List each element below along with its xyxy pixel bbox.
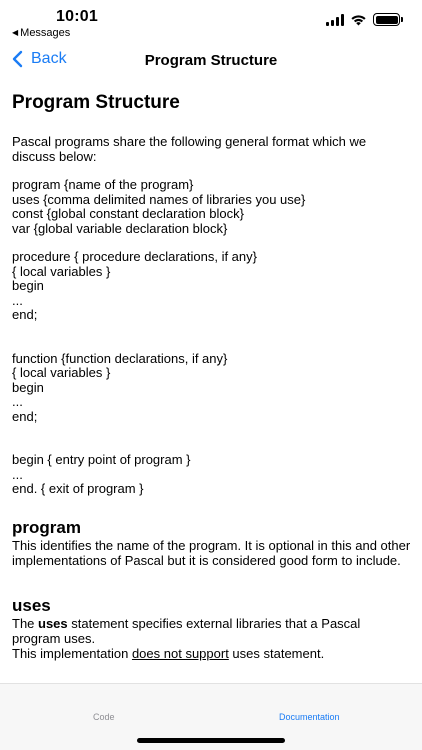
uses-support-note: This implementation does not support use…: [12, 646, 412, 661]
back-to-app-label: Messages: [20, 27, 71, 39]
code-line: uses {comma delimited names of libraries…: [12, 191, 306, 207]
code-line: begin { entry point of program }: [12, 452, 191, 467]
uses-keyword: uses: [38, 615, 68, 631]
back-to-app-link[interactable]: ◀ Messages: [12, 27, 70, 39]
program-header-block: program {name of the program} uses {comm…: [12, 177, 412, 236]
does-not-support-link[interactable]: does not support: [132, 646, 229, 661]
battery-icon: [373, 13, 403, 26]
code-line: procedure { procedure declarations, if a…: [12, 249, 257, 264]
code-line: end;: [12, 408, 38, 424]
function-block: function {function declarations, if any}…: [12, 350, 412, 425]
tab-documentation[interactable]: Documentation: [279, 712, 340, 722]
code-line: begin: [12, 278, 44, 293]
code-line: const {global constant declaration block…: [12, 206, 244, 221]
tab-code[interactable]: Code: [93, 712, 115, 722]
uses-text-before: The: [12, 615, 39, 631]
uses-section-text: The uses statement specifies external li…: [12, 616, 412, 646]
program-section-title: program: [12, 517, 81, 537]
code-line: var {global variable declaration block}: [12, 220, 228, 236]
program-section-text: This identifies the name of the program.…: [12, 537, 411, 568]
page-title: Program Structure: [12, 92, 180, 113]
status-icons: [326, 13, 403, 26]
code-line: begin: [12, 379, 44, 395]
code-line: { local variables }: [12, 263, 111, 279]
code-line: ...: [12, 466, 23, 482]
code-line: function {function declarations, if any}: [12, 350, 228, 366]
documentation-content: Program Structure Pascal programs share …: [12, 88, 412, 661]
procedure-block: procedure { procedure declarations, if a…: [12, 249, 412, 323]
support-text-after: uses statement.: [228, 645, 325, 661]
wifi-icon: [351, 14, 366, 25]
home-indicator[interactable]: [137, 738, 285, 743]
uses-section-title: uses: [12, 595, 51, 615]
nav-title: Program Structure: [144, 52, 278, 69]
main-block: begin { entry point of program } ... end…: [12, 452, 412, 497]
code-line: ...: [12, 292, 23, 308]
support-text-before: This implementation: [12, 645, 132, 661]
navigation-bar: Back Program Structure: [0, 42, 422, 82]
screen: 10:01 ◀Messages Back Program Structure: [0, 0, 422, 750]
back-triangle-icon: ◀: [12, 28, 19, 37]
code-line: { local variables }: [12, 365, 111, 380]
status-time: 10:01: [56, 8, 98, 25]
code-line: end;: [12, 307, 38, 322]
status-bar: 10:01 ◀ Messages: [0, 0, 422, 42]
cellular-signal-icon: [326, 13, 344, 26]
code-line: program {name of the program}: [12, 177, 194, 192]
code-line: end. { exit of program }: [12, 481, 144, 496]
intro-text: Pascal programs share the following gene…: [12, 134, 367, 164]
code-line: ...: [12, 394, 23, 409]
